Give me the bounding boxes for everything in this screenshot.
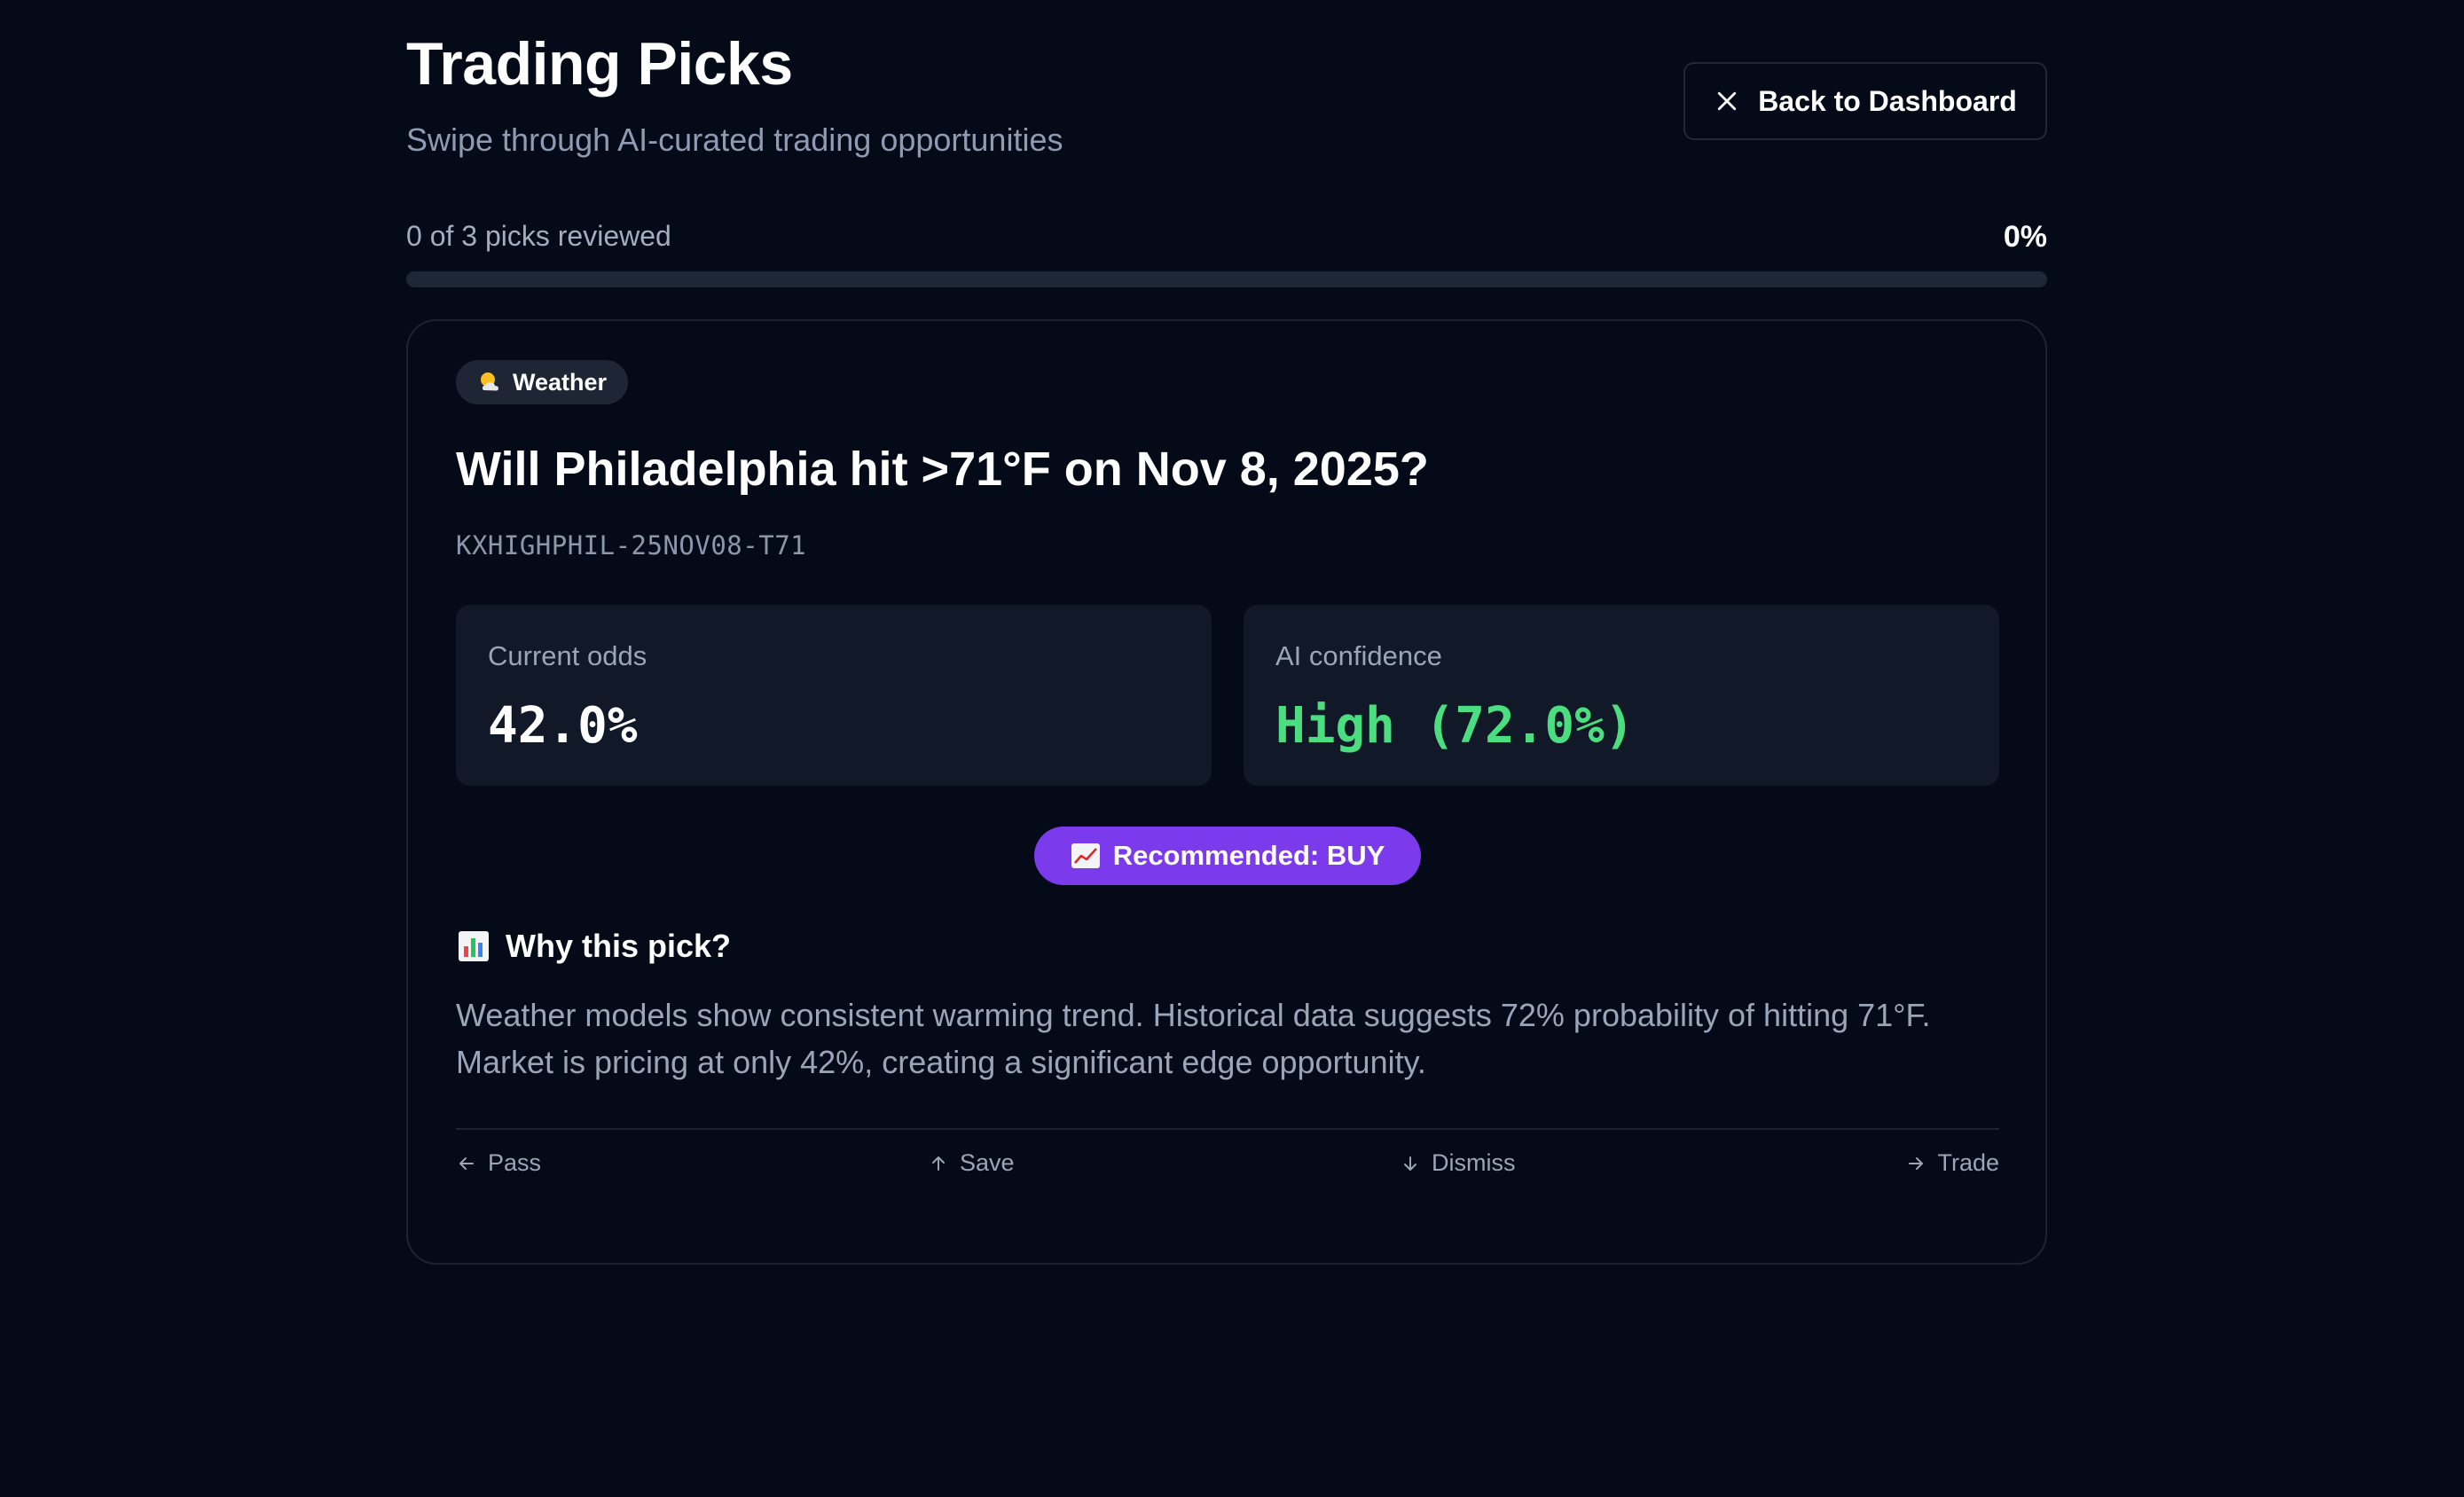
back-button-label: Back to Dashboard [1758,84,2017,117]
progress-percent: 0% [2003,220,2047,254]
sun-behind-cloud-icon [477,369,504,396]
reason-text: Weather models show consistent warming t… [456,997,1931,1080]
dismiss-action[interactable]: Dismiss [1400,1149,1516,1177]
current-odds-value: 42.0% [488,697,638,755]
divider [456,1128,1999,1130]
trade-label: Trade [1937,1149,1999,1176]
trading-picks-page: Trading Picks Swipe through AI-curated t… [0,0,2464,1497]
arrow-up-icon [932,1156,945,1171]
main-container: Trading Picks Swipe through AI-curated t… [406,0,2047,1265]
ai-confidence-box: AI confidence High (72.0%) [1244,605,1999,786]
recommendation-badge: Recommended: BUY [1034,827,1421,885]
trade-action[interactable]: Trade [1905,1149,1999,1177]
page-subtitle: Swipe through AI-curated trading opportu… [406,121,1063,158]
current-odds-label: Current odds [488,640,647,671]
market-question: Will Philadelphia hit >71°F on Nov 8, 20… [456,443,1429,496]
category-badge: Weather [456,360,629,404]
recommendation-label: Recommended: BUY [1112,840,1385,871]
why-heading-text: Why this pick? [506,928,732,964]
category-label: Weather [513,368,608,396]
header: Trading Picks Swipe through AI-curated t… [406,0,2047,186]
arrow-down-icon [1404,1156,1416,1171]
ai-confidence-value: High (72.0%) [1275,697,1635,755]
bar-chart-icon [458,930,490,962]
pass-label: Pass [488,1149,542,1176]
page-title: Trading Picks [406,30,793,98]
chart-increasing-icon [1071,843,1101,869]
save-label: Save [960,1149,1015,1176]
back-to-dashboard-button[interactable]: Back to Dashboard [1683,62,2047,140]
close-icon [1714,88,1740,114]
ai-confidence-label: AI confidence [1275,640,1442,671]
progress-label: 0 of 3 picks reviewed [406,220,671,252]
arrow-right-icon [1909,1156,1924,1170]
arrow-left-icon [459,1156,474,1170]
swipe-actions: Pass Save Dismiss Trade [456,1149,1999,1188]
pass-action[interactable]: Pass [456,1149,541,1177]
market-ticker: KXHIGHPHIL-25NOV08-T71 [456,530,807,560]
dismiss-label: Dismiss [1432,1149,1516,1176]
progress-bar [406,271,2047,287]
progress-row: 0 of 3 picks reviewed 0% [406,220,2047,255]
pick-card[interactable]: Weather Will Philadelphia hit >71°F on N… [406,319,2047,1265]
save-action[interactable]: Save [928,1149,1015,1177]
why-this-pick-heading: Why this pick? [458,928,731,965]
current-odds-box: Current odds 42.0% [456,605,1212,786]
